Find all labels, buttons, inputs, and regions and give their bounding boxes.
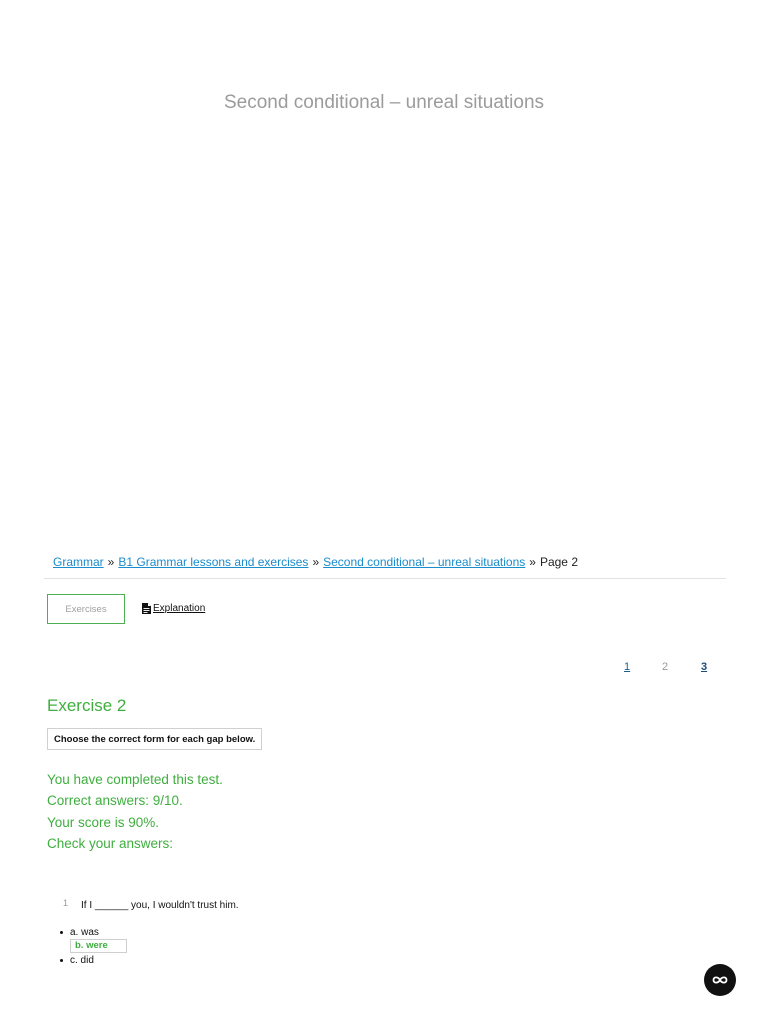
- floating-action-button[interactable]: [704, 964, 736, 996]
- exercise-instruction: Choose the correct form for each gap bel…: [47, 728, 263, 750]
- breadcrumb-grammar-link[interactable]: Grammar: [53, 555, 104, 569]
- breadcrumb-separator: »: [529, 555, 536, 569]
- tab-explanation[interactable]: Explanation: [142, 603, 205, 614]
- option-c: c. did: [60, 953, 127, 967]
- bullet: [60, 958, 63, 962]
- breadcrumb-second-conditional-link[interactable]: Second conditional – unreal situations: [323, 555, 525, 569]
- divider: [44, 578, 726, 579]
- option-b-correct: b. were: [60, 939, 127, 953]
- option-a: a. was: [60, 925, 127, 939]
- option-b-label: b. were: [70, 939, 127, 953]
- tab-exercises[interactable]: Exercises: [47, 594, 125, 624]
- answer-options: a. was b. were c. did: [60, 925, 127, 967]
- tab-explanation-label: Explanation: [153, 603, 206, 614]
- page-link-1[interactable]: 1: [624, 661, 630, 673]
- option-a-label: a. was: [70, 926, 99, 938]
- exercise-title: Exercise 2: [47, 696, 127, 715]
- document-icon: [142, 603, 151, 614]
- breadcrumb-b1-grammar-link[interactable]: B1 Grammar lessons and exercises: [118, 555, 308, 569]
- breadcrumb: Grammar» B1 Grammar lessons and exercises…: [53, 555, 578, 569]
- breadcrumb-current: Page 2: [539, 555, 578, 569]
- results-correct: Correct answers: 9/10.: [47, 793, 183, 809]
- page-current-2: 2: [662, 661, 669, 673]
- results-summary: You have completed this test. Correct an…: [47, 769, 223, 854]
- page-title: Second conditional – unreal situations: [223, 92, 545, 113]
- breadcrumb-separator: »: [107, 555, 115, 569]
- question-text: If I ______ you, I wouldn't trust him.: [81, 900, 239, 911]
- option-c-label: c. did: [70, 954, 94, 966]
- bullet: [60, 930, 63, 934]
- results-score: Your score is 90%.: [47, 814, 160, 830]
- results-completed: You have completed this test.: [47, 772, 223, 787]
- breadcrumb-separator: »: [312, 555, 320, 569]
- results-check: Check your answers:: [47, 835, 174, 851]
- page-link-3[interactable]: 3: [701, 661, 707, 673]
- question-number: 1: [63, 898, 69, 908]
- infinity-icon: [712, 976, 728, 984]
